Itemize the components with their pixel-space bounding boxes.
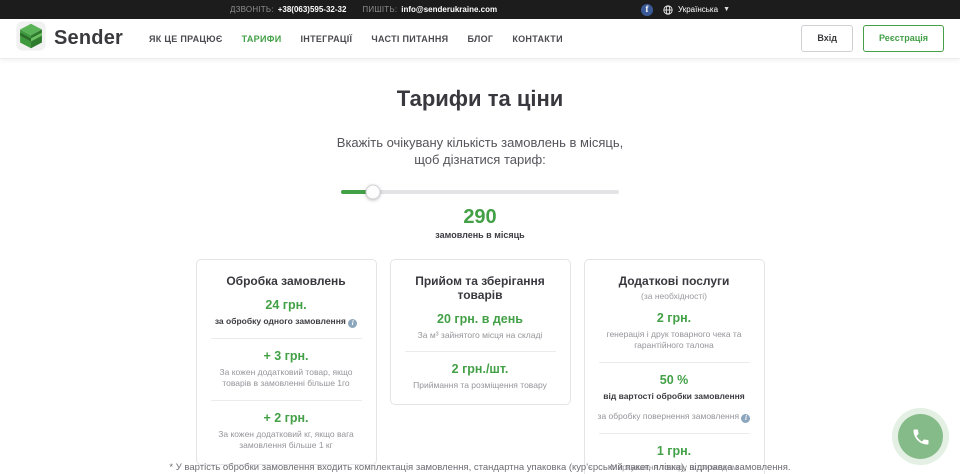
card-title: Прийом та зберігання товарів [403,274,558,302]
register-button[interactable]: Реєстрація [863,25,944,52]
price-desc-secondary: за обробку повернення замовлення i [597,411,752,423]
sender-logo-icon [16,21,46,56]
slider-track[interactable] [341,190,619,194]
price-desc: Приймання та розміщення товару [403,380,558,391]
globe-icon [663,5,673,15]
slider-handle[interactable] [365,184,380,199]
nav-blog[interactable]: БЛОГ [467,34,493,44]
price-desc: За кожен додатковий кг, якщо вага замовл… [209,429,364,452]
card-extra-services: Додаткові послуги (за необхідності) 2 гр… [584,259,765,474]
page-title: Тарифи та ціни [0,86,960,112]
info-icon[interactable]: i [741,414,750,423]
nav-tariffs[interactable]: ТАРИФИ [242,34,282,44]
header: Sender ЯК ЦЕ ПРАЦЮЄ ТАРИФИ ІНТЕГРАЦІЇ ЧА… [0,19,960,59]
card-title: Обробка замовлень [209,274,364,288]
price-value: + 3 грн. [209,349,364,363]
brand-logo[interactable]: Sender [16,21,123,56]
call-widget-button[interactable] [892,408,949,465]
nav-integrations[interactable]: ІНТЕГРАЦІЇ [300,34,352,44]
call-label: ДЗВОНІТЬ: [230,5,274,14]
info-icon[interactable]: i [348,319,357,328]
chevron-down-icon: ▼ [723,6,730,13]
card-subtitle: (за необхідності) [597,291,752,301]
language-selector[interactable]: Українська ▼ [663,5,730,15]
language-label: Українська [678,5,718,14]
orders-count-value: 290 [0,206,960,229]
pricing-footnote: * У вартість обробки замовлення входить … [0,462,960,473]
divider [599,433,750,434]
price-value: 24 грн. [209,298,364,312]
pricing-cards: Обробка замовлень 24 грн. за обробку одн… [0,259,960,474]
price-desc: генерація і друк товарного чека та гаран… [597,329,752,352]
divider [211,400,362,401]
email-link[interactable]: info@senderukraine.com [401,5,497,14]
nav-how-it-works[interactable]: ЯК ЦЕ ПРАЦЮЄ [149,34,223,44]
price-value: 20 грн. в день [403,312,558,326]
divider [211,338,362,339]
nav-contacts[interactable]: КОНТАКТИ [512,34,563,44]
card-title: Додаткові послуги [597,274,752,288]
facebook-icon[interactable]: f [641,4,653,16]
write-label: ПИШІТЬ: [362,5,397,14]
main-nav: ЯК ЦЕ ПРАЦЮЄ ТАРИФИ ІНТЕГРАЦІЇ ЧАСТІ ПИТ… [149,34,563,44]
login-button[interactable]: Вхід [801,25,853,52]
price-value: 2 грн. [597,311,752,325]
card-storage: Прийом та зберігання товарів 20 грн. в д… [390,259,571,405]
topbar: ДЗВОНІТЬ: +38(063)595-32-32 ПИШІТЬ: info… [0,0,960,19]
phone-number[interactable]: +38(063)595-32-32 [278,5,347,14]
orders-count-label: замовлень в місяць [0,230,960,240]
price-desc: За кожен додатковий товар, якщо товарів … [209,367,364,390]
orders-slider [341,183,619,201]
slider-instruction: Вкажіть очікувану кількість замовлень в … [0,135,960,169]
price-value: 50 % [597,373,752,387]
phone-icon [898,414,943,459]
nav-faq[interactable]: ЧАСТІ ПИТАННЯ [371,34,448,44]
contact-group: ДЗВОНІТЬ: +38(063)595-32-32 ПИШІТЬ: info… [230,5,497,14]
price-desc: від вартості обробки замовлення [597,391,752,402]
price-value: 1 грн. [597,444,752,458]
price-value: + 2 грн. [209,411,364,425]
price-desc: за обробку одного замовлення i [209,316,364,328]
price-value: 2 грн./шт. [403,362,558,376]
divider [599,362,750,363]
divider [405,351,556,352]
price-desc: За м³ зайнятого місця на складі [403,330,558,341]
brand-name: Sender [54,27,123,50]
card-order-processing: Обробка замовлень 24 грн. за обробку одн… [196,259,377,465]
